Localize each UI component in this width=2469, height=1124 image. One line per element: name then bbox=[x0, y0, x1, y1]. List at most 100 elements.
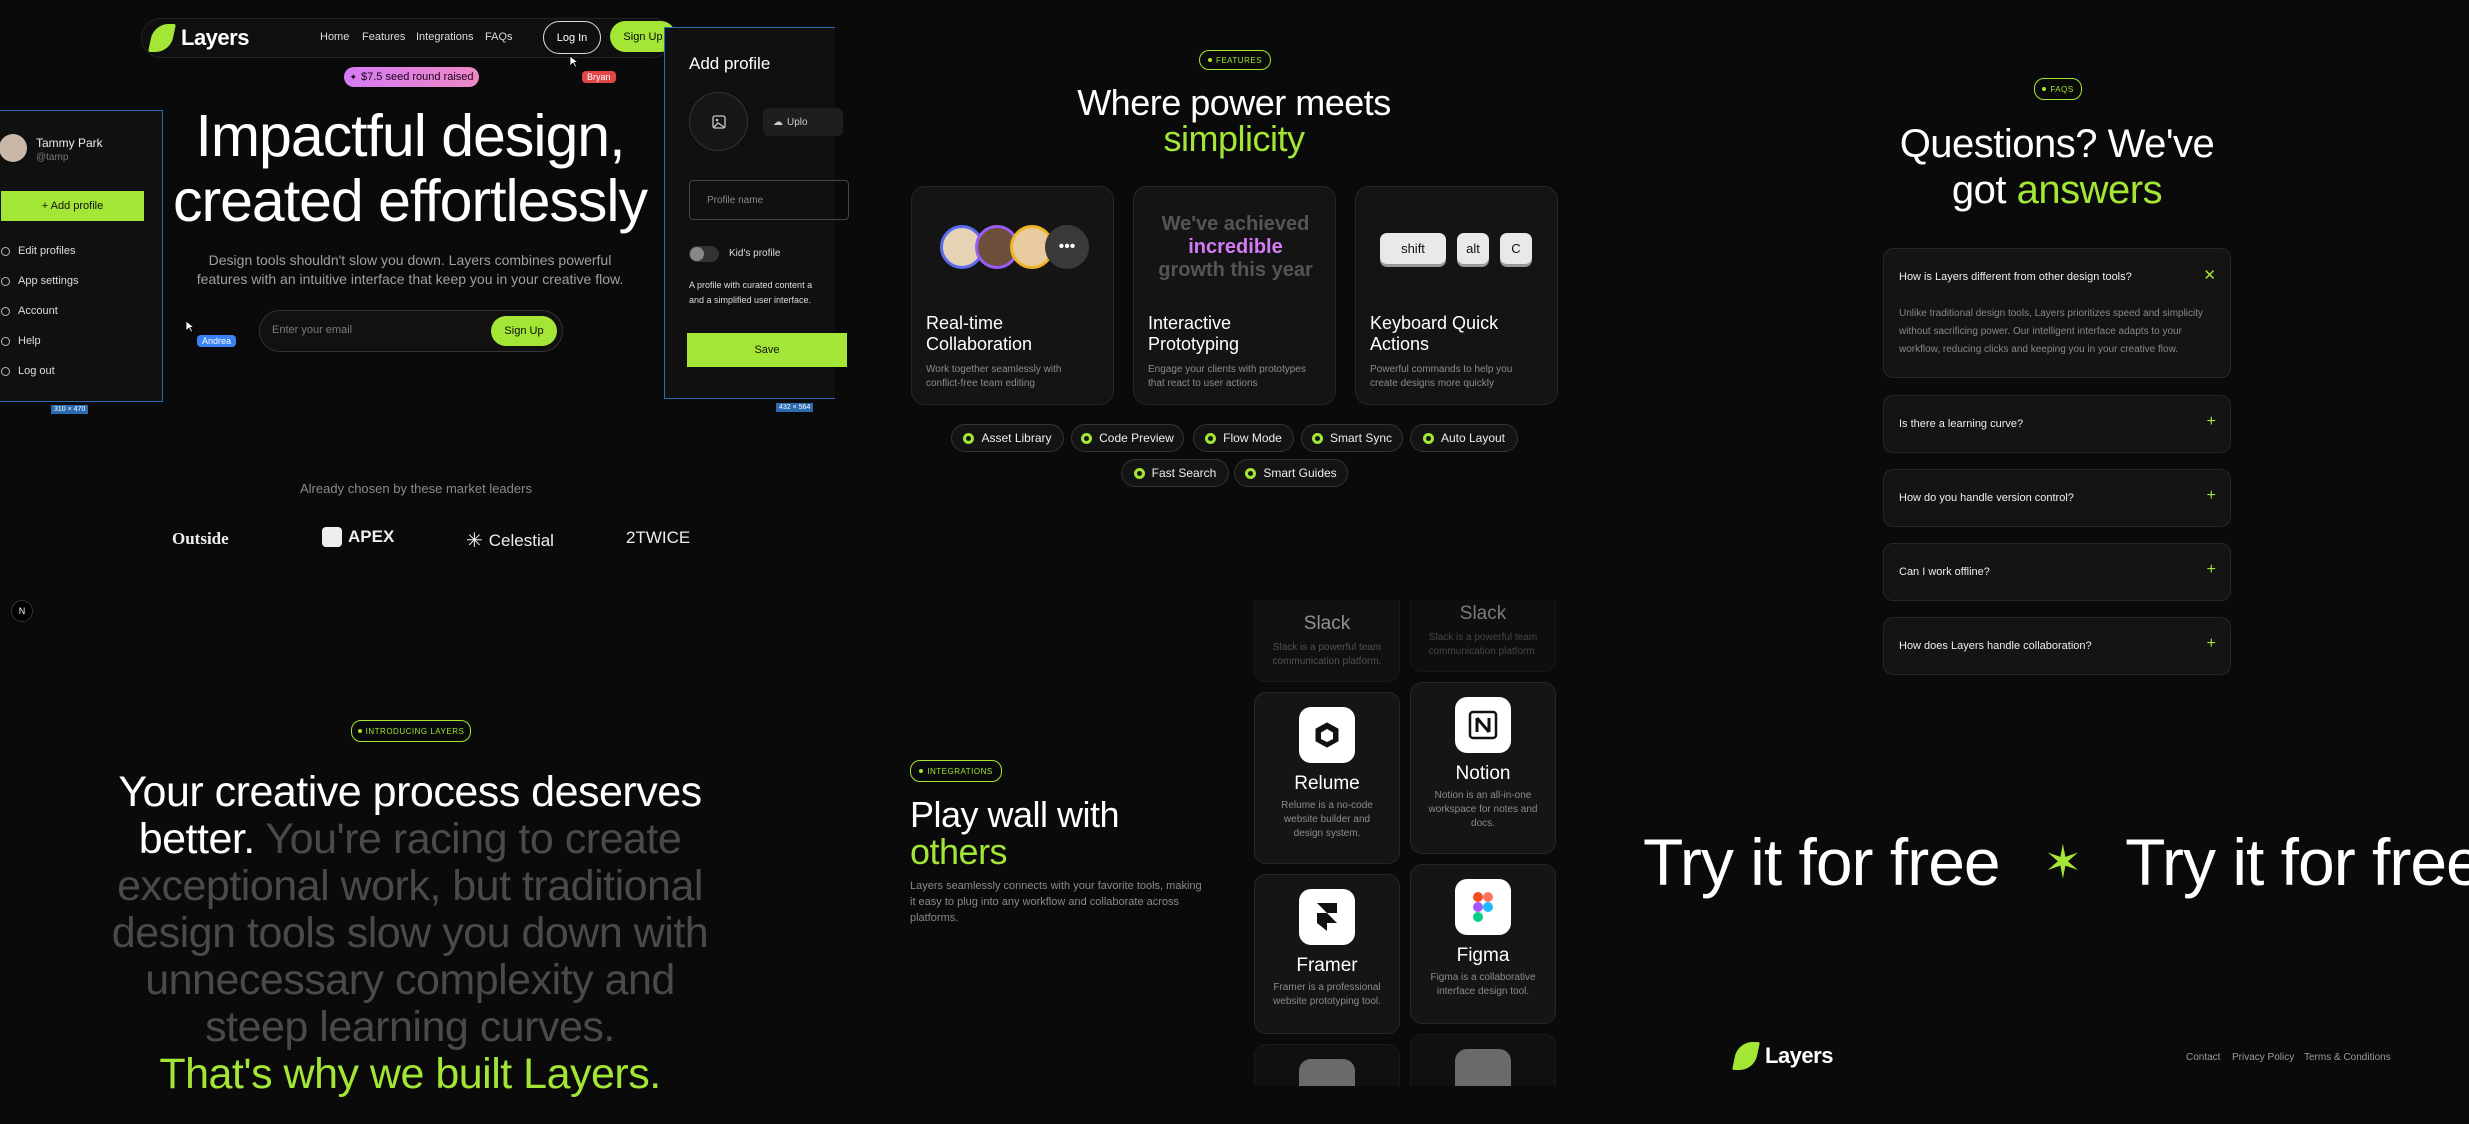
footer-link-contact[interactable]: Contact bbox=[2186, 1052, 2220, 1063]
chip-smart-guides[interactable]: Smart Guides bbox=[1234, 459, 1348, 487]
add-profile-button[interactable]: + Add profile bbox=[1, 191, 144, 221]
email-signup-form: Enter your email Sign Up bbox=[259, 310, 563, 352]
features-title-line1: Where power meets bbox=[1077, 82, 1391, 123]
feature-card-desc: Powerful commands to help you create desi… bbox=[1370, 363, 1512, 391]
desc-line: Engage your clients with prototypes bbox=[1148, 364, 1306, 375]
faq-item[interactable]: Can I work offline? + bbox=[1883, 543, 2231, 601]
chip-smart-sync[interactable]: Smart Sync bbox=[1301, 424, 1403, 452]
nav-logo[interactable]: Layers bbox=[148, 24, 249, 52]
menu-item-app-settings[interactable]: App settings bbox=[1, 275, 79, 287]
nav-link-features[interactable]: Features bbox=[362, 31, 405, 43]
intro-line: exceptional work, but traditional bbox=[117, 862, 703, 910]
title-line: Real-time bbox=[926, 313, 1004, 333]
framer-logo-icon bbox=[1299, 889, 1355, 945]
chip-flow-mode[interactable]: Flow Mode bbox=[1193, 424, 1294, 452]
github-logo-icon bbox=[1299, 1059, 1355, 1086]
integration-card-framer[interactable]: Framer Framer is a professional website p… bbox=[1254, 874, 1400, 1034]
help-icon bbox=[1, 336, 10, 346]
feature-card-title: Real-time Collaboration bbox=[926, 313, 1032, 355]
kids-profile-desc-line1: A profile with curated content a bbox=[689, 280, 813, 290]
integration-card-partial[interactable] bbox=[1254, 1044, 1400, 1086]
nav-link-integrations[interactable]: Integrations bbox=[416, 31, 473, 43]
faq-question: How do you handle version control? bbox=[1899, 492, 2074, 504]
brand-celestial: ✳ Celestial bbox=[466, 528, 554, 553]
save-button[interactable]: Save bbox=[687, 333, 847, 367]
integrations-desc: Layers seamlessly connects with your fav… bbox=[910, 878, 1202, 926]
footer-logo[interactable]: Layers bbox=[1732, 1042, 1833, 1070]
marquee-text[interactable]: Try it for free bbox=[2125, 824, 2469, 900]
check-icon bbox=[1311, 432, 1323, 444]
menu-item-label: Help bbox=[18, 335, 41, 347]
integration-name: Slack bbox=[1459, 603, 1507, 624]
hero-signup-button[interactable]: Sign Up bbox=[491, 316, 557, 346]
close-icon[interactable]: ✕ bbox=[2203, 266, 2216, 284]
avatar bbox=[0, 134, 27, 162]
cta-marquee: Try it for free ✶ Try it for free ✶ bbox=[1643, 820, 2469, 920]
plus-icon[interactable]: + bbox=[2207, 561, 2216, 579]
n-badge[interactable]: N bbox=[11, 600, 33, 622]
integration-name: Relume bbox=[1294, 773, 1360, 794]
integration-name: Notion bbox=[1455, 763, 1511, 784]
integration-card-notion[interactable]: Notion Notion is an all-in-one workspace … bbox=[1410, 682, 1556, 854]
answer-line: Unlike traditional design tools, Layers … bbox=[1899, 308, 2204, 319]
faq-item-open[interactable]: How is Layers different from other desig… bbox=[1883, 248, 2231, 378]
integration-card-slack[interactable]: Slack Slack is a powerful team communicat… bbox=[1254, 600, 1400, 682]
faq-item[interactable]: Is there a learning curve? + bbox=[1883, 395, 2231, 453]
integration-card-relume[interactable]: Relume Relume is a no-code website builde… bbox=[1254, 692, 1400, 864]
hero-subtitle: Design tools shouldn't slow you down. La… bbox=[160, 251, 660, 289]
desc-line: Slack is a powerful team bbox=[1428, 632, 1538, 643]
menu-item-label: Log out bbox=[18, 365, 55, 377]
intro-line: steep learning curves. bbox=[205, 1003, 615, 1051]
cursor-icon bbox=[185, 320, 195, 333]
faq-title-line2: got answers bbox=[1857, 167, 2257, 213]
profile-name-input[interactable]: Profile name bbox=[689, 180, 849, 220]
faq-question: How does Layers handle collaboration? bbox=[1899, 640, 2092, 652]
integration-card-partial[interactable] bbox=[1410, 1034, 1556, 1086]
integration-card-slack[interactable]: Slack Slack is a powerful team communicat… bbox=[1410, 600, 1556, 672]
chip-fast-search[interactable]: Fast Search bbox=[1121, 459, 1229, 487]
login-button[interactable]: Log In bbox=[543, 21, 601, 54]
intro-better: better. bbox=[138, 815, 256, 863]
chip-asset-library[interactable]: Asset Library bbox=[951, 424, 1064, 452]
faq-title: Questions? We've got answers bbox=[1857, 121, 2257, 213]
integration-desc: Figma is a collaborative interface design… bbox=[1411, 971, 1555, 999]
plus-icon[interactable]: + bbox=[2207, 413, 2216, 431]
marquee-text[interactable]: Try it for free bbox=[1643, 824, 2001, 900]
faq-question: Is there a learning curve? bbox=[1899, 418, 2024, 430]
answer-line: workflow, reducing clicks and keeping yo… bbox=[1899, 344, 2179, 355]
footer-brand-name: Layers bbox=[1765, 1043, 1833, 1068]
upload-button[interactable]: ☁ Uplo bbox=[763, 108, 843, 136]
star-icon: ✶ bbox=[2043, 836, 2083, 888]
menu-item-help[interactable]: Help bbox=[1, 335, 41, 347]
integration-card-figma[interactable]: Figma Figma is a collaborative interface … bbox=[1410, 864, 1556, 1024]
nav-link-home[interactable]: Home bbox=[320, 31, 349, 43]
faq-item[interactable]: How do you handle version control? + bbox=[1883, 469, 2231, 527]
desc-line: design system. bbox=[1293, 828, 1361, 839]
intro-line: unnecessary complexity and bbox=[145, 956, 675, 1004]
kids-profile-toggle[interactable] bbox=[689, 246, 719, 262]
brand-label: APEX bbox=[348, 527, 395, 546]
plus-icon[interactable]: + bbox=[2207, 635, 2216, 653]
chip-auto-layout[interactable]: Auto Layout bbox=[1410, 424, 1518, 452]
menu-item-log-out[interactable]: Log out bbox=[1, 365, 55, 377]
plus-icon[interactable]: + bbox=[2207, 487, 2216, 505]
menu-item-account[interactable]: Account bbox=[1, 305, 58, 317]
brand-outside: Outside bbox=[172, 529, 229, 549]
chip-code-preview[interactable]: Code Preview bbox=[1071, 424, 1184, 452]
email-input[interactable]: Enter your email bbox=[272, 324, 352, 336]
features-tag-label: FEATURES bbox=[1215, 55, 1263, 65]
seed-round-badge: ✦ $7.5 seed round raised bbox=[344, 67, 479, 87]
leaf-logo-icon bbox=[1732, 1042, 1760, 1070]
nav-link-faqs[interactable]: FAQs bbox=[485, 31, 513, 43]
integrations-title: Play wall with others bbox=[910, 796, 1120, 870]
title-line: Collaboration bbox=[926, 334, 1033, 354]
footer-link-privacy[interactable]: Privacy Policy bbox=[2232, 1052, 2294, 1063]
photo-upload[interactable] bbox=[689, 92, 748, 151]
menu-item-edit-profiles[interactable]: Edit profiles bbox=[1, 245, 75, 257]
profile-menu-size-tag: 310 × 470 bbox=[51, 405, 89, 414]
faq-item[interactable]: How does Layers handle collaboration? + bbox=[1883, 617, 2231, 675]
desc-line: Slack is a powerful team bbox=[1272, 642, 1382, 653]
chip-label: Smart Guides bbox=[1263, 466, 1337, 480]
features-title-line2: simplicity bbox=[1163, 118, 1305, 159]
footer-link-terms[interactable]: Terms & Conditions bbox=[2304, 1052, 2391, 1063]
